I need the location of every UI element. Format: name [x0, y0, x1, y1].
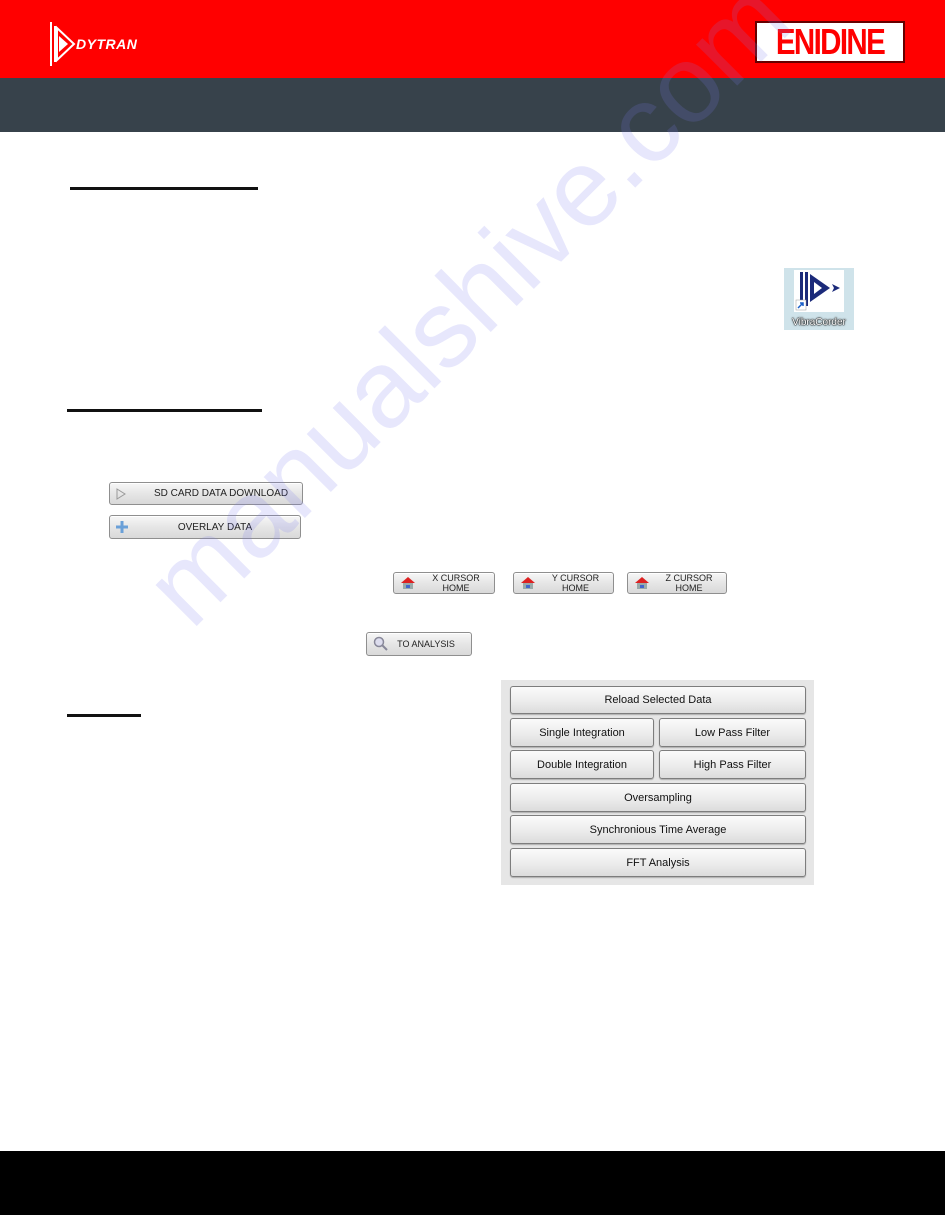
header-dark-bar [0, 78, 945, 132]
enidine-logo: ENIDINE [755, 21, 905, 63]
single-integration-button[interactable]: Single Integration [510, 718, 654, 747]
home-icon [634, 576, 650, 590]
sd-card-data-download-label: SD CARD DATA DOWNLOAD [153, 488, 289, 499]
dytran-mark-icon [50, 22, 76, 66]
double-integration-label: Double Integration [537, 758, 627, 771]
fft-analysis-button[interactable]: FFT Analysis [510, 848, 806, 877]
fft-analysis-label: FFT Analysis [626, 856, 690, 869]
reload-selected-data-button[interactable]: Reload Selected Data [510, 686, 806, 714]
oversampling-button[interactable]: Oversampling [510, 783, 806, 812]
section-heading-underline-3 [67, 714, 141, 717]
low-pass-filter-label: Low Pass Filter [694, 726, 771, 739]
y-cursor-home-button[interactable]: Y CURSOR HOME [513, 572, 614, 594]
overlay-data-button[interactable]: OVERLAY DATA [109, 515, 301, 539]
section-heading-underline-2 [67, 409, 262, 412]
play-triangle-icon [116, 487, 126, 500]
enidine-wordmark: ENIDINE [775, 21, 886, 62]
vibracorder-app-icon [794, 270, 844, 312]
dytran-wordmark: DYTRAN [76, 36, 138, 52]
sd-card-data-download-button[interactable]: SD CARD DATA DOWNLOAD [109, 482, 303, 505]
oversampling-label: Oversampling [624, 791, 692, 804]
overlay-data-label: OVERLAY DATA [177, 521, 253, 533]
single-integration-label: Single Integration [539, 726, 625, 739]
x-cursor-home-button[interactable]: X CURSOR HOME [393, 572, 495, 594]
high-pass-filter-label: High Pass Filter [693, 758, 772, 771]
footer-bar [0, 1151, 945, 1215]
z-cursor-home-button[interactable]: Z CURSOR HOME [627, 572, 727, 594]
vibracorder-icon-label: VibraCorder [792, 317, 846, 328]
double-integration-button[interactable]: Double Integration [510, 750, 654, 779]
synchronous-time-average-label: Synchronious Time Average [589, 823, 727, 836]
to-analysis-button[interactable]: TO ANALYSIS [366, 632, 472, 656]
high-pass-filter-button[interactable]: High Pass Filter [659, 750, 806, 779]
plus-icon [116, 521, 128, 533]
reload-selected-data-label: Reload Selected Data [604, 694, 712, 706]
home-icon [400, 576, 416, 590]
low-pass-filter-button[interactable]: Low Pass Filter [659, 718, 806, 747]
section-heading-underline-1 [70, 187, 258, 190]
magnifier-icon [373, 636, 389, 652]
home-icon [520, 576, 536, 590]
dytran-logo: DYTRAN [50, 22, 138, 66]
synchronous-time-average-button[interactable]: Synchronious Time Average [510, 815, 806, 844]
processing-panel: Reload Selected Data Single Integration … [501, 680, 814, 885]
vibracorder-desktop-icon[interactable]: VibraCorder [784, 268, 854, 330]
